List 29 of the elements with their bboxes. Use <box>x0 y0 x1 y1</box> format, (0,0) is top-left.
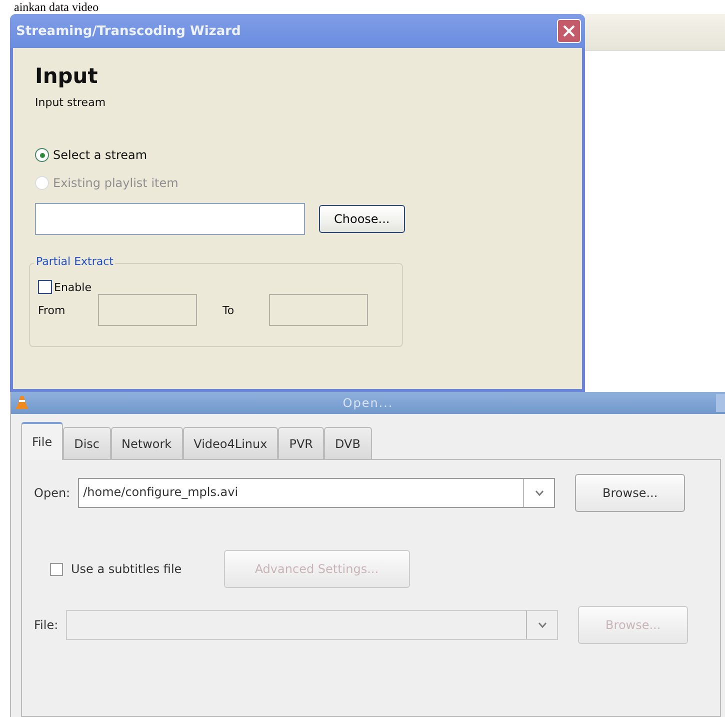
browse-button[interactable]: Browse... <box>575 474 686 512</box>
tab[interactable]: Disc <box>63 427 111 459</box>
field-label: From <box>38 304 66 316</box>
page-heading: Input <box>35 64 99 88</box>
tab[interactable]: PVR <box>278 427 324 459</box>
field-label: To <box>222 304 236 316</box>
close-icon <box>563 25 575 37</box>
tab[interactable]: DVB <box>324 427 372 459</box>
stream-input-field[interactable] <box>35 203 305 235</box>
choose-button[interactable]: Choose... <box>319 205 405 233</box>
field-label: File: <box>34 618 58 632</box>
window-title: Streaming/Transcoding Wizard <box>16 24 241 38</box>
page-subheading: Input stream <box>35 96 107 109</box>
enable-checkbox[interactable]: Enable <box>38 280 394 294</box>
open-combo-box[interactable]: /home/configure_mpls.avi <box>78 478 556 508</box>
radio-option[interactable]: Select a stream <box>35 141 560 169</box>
page-caption: ainkan data video <box>14 0 99 14</box>
tab[interactable]: File <box>21 422 64 460</box>
file-combo-box[interactable] <box>66 610 558 640</box>
close-button[interactable] <box>557 19 581 43</box>
tab[interactable]: Video4Linux <box>182 427 278 459</box>
subtitles-checkbox[interactable]: Use a subtitles file <box>34 562 182 576</box>
group-title: Partial Extract <box>34 255 116 268</box>
from-field[interactable] <box>98 294 197 326</box>
tab[interactable]: Network <box>110 427 183 459</box>
traffic-cone-icon <box>16 395 28 410</box>
window-title: Open... <box>342 396 394 410</box>
to-field[interactable] <box>269 294 368 326</box>
field-label: Open: <box>34 486 70 500</box>
